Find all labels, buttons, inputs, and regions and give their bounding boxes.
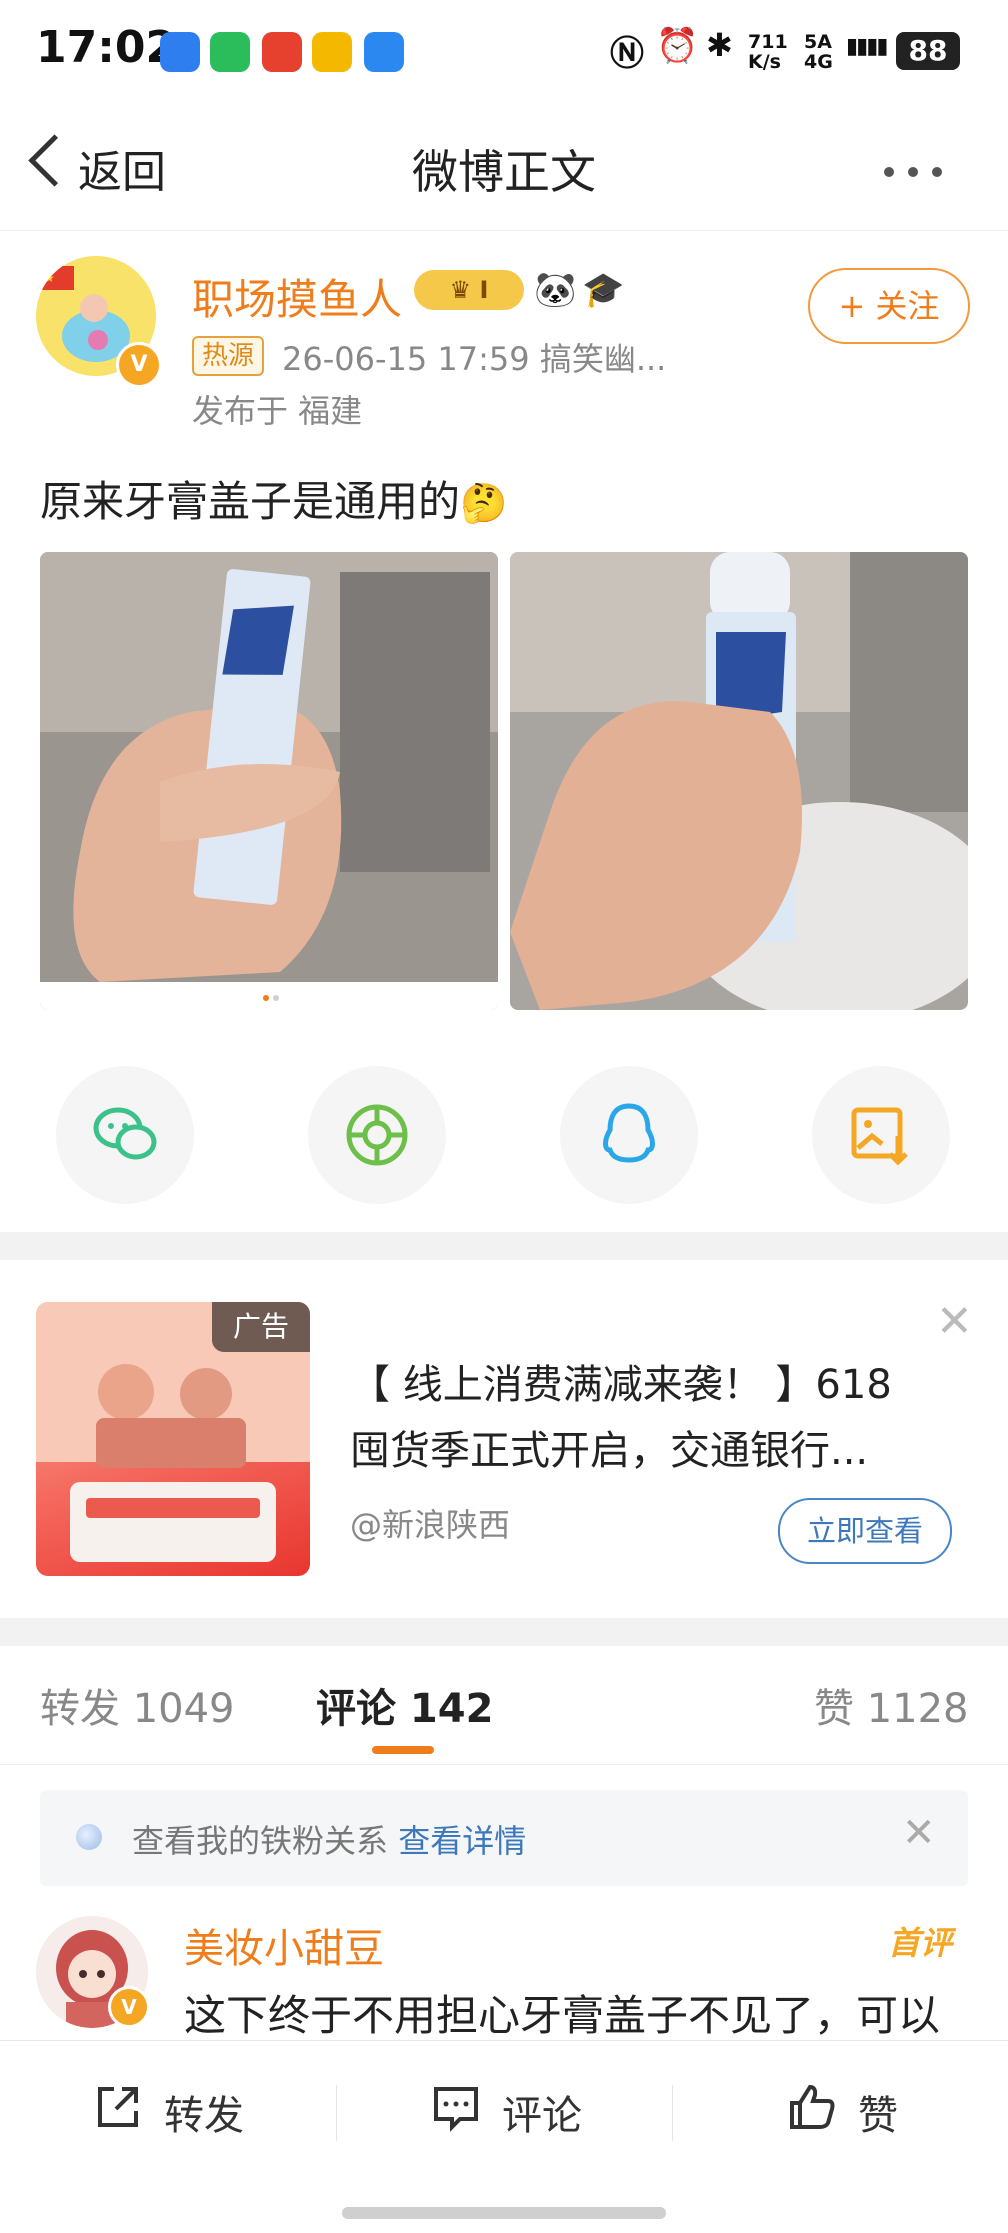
qq-icon xyxy=(603,1103,655,1163)
bluetooth-icon: ✱ xyxy=(706,26,733,64)
divider xyxy=(336,2085,337,2141)
comment-icon xyxy=(434,2087,478,2132)
post-text: 原来牙膏盖子是通用的🤔 xyxy=(40,468,507,529)
panda-icon: 🐼 xyxy=(534,270,577,310)
nav-bar: 返回 微博正文 xyxy=(0,104,1008,231)
wechat-share-icon xyxy=(93,1107,157,1160)
section-divider xyxy=(0,1232,1008,1260)
tab-repost[interactable]: 转发 1049 xyxy=(40,1676,235,1734)
comment-label: 评论 xyxy=(502,2093,582,2139)
home-indicator xyxy=(342,2207,666,2219)
repost-label: 转发 xyxy=(164,2093,244,2139)
author-name[interactable]: 职场摸鱼人 xyxy=(192,266,402,327)
weibo-icon xyxy=(262,32,302,72)
post-photo-2[interactable] xyxy=(510,552,968,1010)
post-text-content: 原来牙膏盖子是通用的 xyxy=(40,477,461,526)
divider xyxy=(672,2085,673,2141)
net-speed: 711 K/s xyxy=(748,31,788,73)
crown-badge: ♛ I xyxy=(414,270,524,310)
post-meta: 26-06-15 17:59 搞笑幽... xyxy=(282,340,667,378)
nfc-icon: Ⓝ xyxy=(610,34,644,74)
battery-icon: 88 xyxy=(896,32,960,70)
first-comment-badge: 首评 xyxy=(888,1924,953,1962)
share-icon xyxy=(98,2087,138,2127)
save-image-button[interactable] xyxy=(812,1066,950,1204)
divider xyxy=(0,1764,1008,1765)
post-photo-1[interactable] xyxy=(40,552,498,1010)
verified-badge-icon: V xyxy=(108,1986,150,2028)
ad-source: @新浪陕西 xyxy=(350,1506,511,1544)
bottom-action-bar: 转发 评论 赞 xyxy=(0,2040,1008,2233)
signal-label: 5A 4G xyxy=(804,31,833,73)
share-moments-button[interactable] xyxy=(308,1066,446,1204)
tab-active-indicator xyxy=(372,1746,434,1754)
fans-text: 查看我的铁粉关系 查看详情 xyxy=(132,1816,526,1862)
svg-text:★: ★ xyxy=(44,271,55,285)
mail-icon xyxy=(312,32,352,72)
post-location: 发布于 福建 xyxy=(192,392,363,430)
alarm-icon: ⏰ xyxy=(656,26,699,66)
status-bar: 17:02 Ⓝ ⏰ ✱ 711 K/s 5A 4G ▮▮▮▮ 88 xyxy=(0,0,1008,104)
commenter-name[interactable]: 美妆小甜豆 xyxy=(184,1916,384,1974)
close-icon[interactable]: ✕ xyxy=(902,1810,936,1856)
fans-icon xyxy=(76,1824,102,1850)
cloud-icon xyxy=(364,32,404,72)
more-options-icon[interactable] xyxy=(884,162,956,181)
app-notification-icon xyxy=(160,32,200,72)
thinking-emoji-icon: 🤔 xyxy=(460,481,508,525)
comment-text: 这下终于不用担心牙膏盖子不见了，可以 xyxy=(184,1991,941,2040)
ad-view-button[interactable]: 立即查看 xyxy=(778,1498,952,1564)
section-divider xyxy=(0,1618,1008,1646)
tab-comment[interactable]: 评论 142 xyxy=(316,1676,493,1734)
signal-icon: ▮▮▮▮ xyxy=(846,34,888,59)
status-time: 17:02 xyxy=(36,22,177,73)
ad-title[interactable]: 【 线上消费满减来袭！ 】618囤货季正式开启，交通银行... xyxy=(350,1352,930,1484)
hot-source-tag: 热源 xyxy=(192,336,265,376)
verified-badge-icon: V xyxy=(116,342,162,388)
share-wechat-button[interactable] xyxy=(56,1066,194,1204)
crown-badge-label: I xyxy=(479,276,489,304)
ad-tag: 广告 xyxy=(212,1302,310,1352)
close-icon[interactable]: ✕ xyxy=(936,1296,973,1347)
follow-button[interactable]: + 关注 xyxy=(808,268,970,344)
fans-label: 查看我的铁粉关系 xyxy=(132,1822,389,1860)
share-qq-button[interactable] xyxy=(560,1066,698,1204)
graduation-cap-icon: 🎓 xyxy=(582,270,625,310)
page-title: 微博正文 xyxy=(412,145,596,199)
thumbs-up-icon xyxy=(790,2084,835,2129)
like-label: 赞 xyxy=(858,2093,898,2139)
wechat-icon xyxy=(210,32,250,72)
fans-relation-bar: 查看我的铁粉关系 查看详情 ✕ xyxy=(40,1790,968,1886)
tab-like[interactable]: 赞 1128 xyxy=(814,1676,969,1734)
moments-icon xyxy=(346,1104,408,1166)
fans-detail-link[interactable]: 查看详情 xyxy=(398,1822,526,1860)
save-image-icon xyxy=(851,1107,908,1166)
